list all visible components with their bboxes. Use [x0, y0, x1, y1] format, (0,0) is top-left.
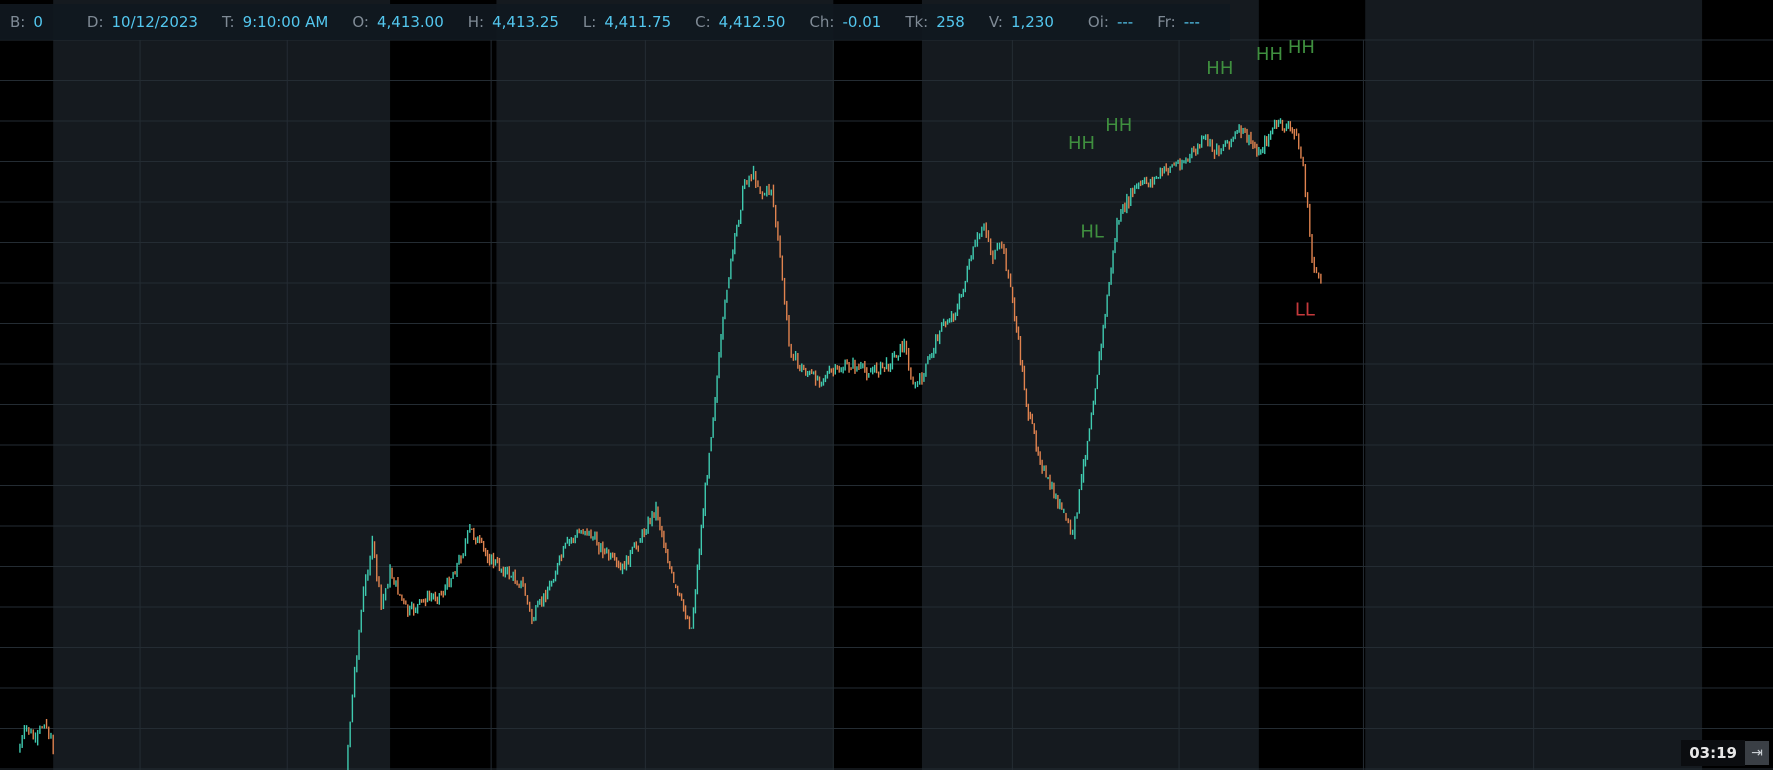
pivot-label-hh: HH — [1068, 133, 1095, 154]
low-value: 4,411.75 — [604, 13, 672, 31]
open-value: 4,413.00 — [376, 13, 444, 31]
time-value: 9:10:00 AM — [242, 13, 329, 31]
fractional-label: Fr: — [1157, 13, 1176, 31]
bar-label: B: — [10, 13, 26, 31]
pivot-label-hh: HH — [1256, 44, 1283, 65]
pivot-label-hh: HH — [1288, 37, 1315, 58]
time-field: T: 9:10:00 AM — [222, 13, 328, 31]
bar-value: 0 — [33, 13, 43, 31]
fractional-field: Fr: --- — [1157, 13, 1200, 31]
ticks-label: Tk: — [905, 13, 929, 31]
change-value: -0.01 — [842, 13, 882, 31]
open-label: O: — [352, 13, 369, 31]
pivot-label-ll: LL — [1295, 300, 1315, 321]
open-interest-field: Oi: --- — [1088, 13, 1133, 31]
volume-field: V: 1,230 — [989, 13, 1054, 31]
pivot-label-hh: HH — [1206, 58, 1233, 79]
date-label: D: — [86, 13, 104, 31]
high-value: 4,413.25 — [492, 13, 559, 31]
bar-field: B: 0 — [10, 13, 43, 31]
high-label: H: — [467, 13, 485, 31]
fractional-value: --- — [1183, 13, 1200, 31]
pivot-label-hh: HH — [1105, 115, 1132, 136]
open-interest-label: Oi: — [1087, 13, 1109, 31]
chart-panel[interactable]: HH HL HH HH HH HH LL B: 0 D: 10/12/2023 T: 9:10:0… — [0, 0, 1773, 770]
price-chart[interactable]: HHHLHHHHHH HHLL — [0, 0, 1773, 770]
data-box: B: 0 D: 10/12/2023 T: 9:10:00 AM O: 4,413.00… — [0, 4, 1230, 40]
open-field: O: 4,413.00 — [352, 13, 443, 31]
close-value: 4,412.50 — [718, 13, 786, 31]
date-value: 10/12/2023 — [111, 13, 198, 31]
change-field: Ch: -0.01 — [809, 13, 881, 31]
session-bands — [0, 0, 1773, 770]
arrow-to-end-icon: ⇥ — [1751, 745, 1763, 761]
low-label: L: — [582, 13, 597, 31]
ticks-value: 258 — [936, 13, 965, 31]
volume-label: V: — [988, 13, 1003, 31]
session-band — [921, 0, 1259, 770]
session-band — [53, 0, 391, 770]
volume-value: 1,230 — [1010, 13, 1054, 31]
low-field: L: 4,411.75 — [583, 13, 671, 31]
high-field: H: 4,413.25 — [468, 13, 559, 31]
bar-timer: 03:19 — [1681, 740, 1745, 766]
date-field: D: 10/12/2023 — [87, 13, 198, 31]
pivot-label-hl: HL — [1080, 222, 1104, 243]
change-label: Ch: — [809, 13, 835, 31]
time-label: T: — [221, 13, 235, 31]
open-interest-value: --- — [1116, 13, 1134, 31]
scroll-to-end-button[interactable]: ⇥ — [1745, 741, 1769, 765]
close-label: C: — [695, 13, 711, 31]
session-band — [496, 0, 834, 770]
close-field: C: 4,412.50 — [695, 13, 785, 31]
ticks-field: Tk: 258 — [905, 13, 965, 31]
